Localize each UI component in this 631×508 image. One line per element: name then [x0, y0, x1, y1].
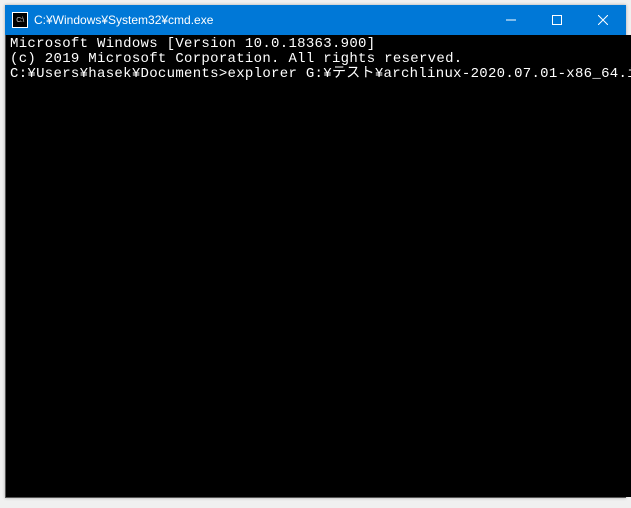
content-area: Microsoft Windows [Version 10.0.18363.90…	[5, 35, 626, 498]
titlebar[interactable]: C:\ C:¥Windows¥System32¥cmd.exe	[5, 5, 626, 35]
maximize-button[interactable]	[534, 5, 580, 35]
output-line: Microsoft Windows [Version 10.0.18363.90…	[10, 37, 631, 52]
terminal-output[interactable]: Microsoft Windows [Version 10.0.18363.90…	[6, 35, 631, 497]
window-controls	[488, 5, 626, 35]
output-line: (c) 2019 Microsoft Corporation. All righ…	[10, 52, 631, 67]
window-title: C:¥Windows¥System32¥cmd.exe	[34, 13, 488, 27]
minimize-icon	[506, 15, 516, 25]
maximize-icon	[552, 15, 562, 25]
cmd-window: C:\ C:¥Windows¥System32¥cmd.exe Micr	[5, 5, 626, 498]
cmd-icon: C:\	[12, 12, 28, 28]
close-button[interactable]	[580, 5, 626, 35]
prompt-line: C:¥Users¥hasek¥Documents>explorer G:¥テスト…	[10, 67, 631, 82]
minimize-button[interactable]	[488, 5, 534, 35]
close-icon	[598, 15, 608, 25]
